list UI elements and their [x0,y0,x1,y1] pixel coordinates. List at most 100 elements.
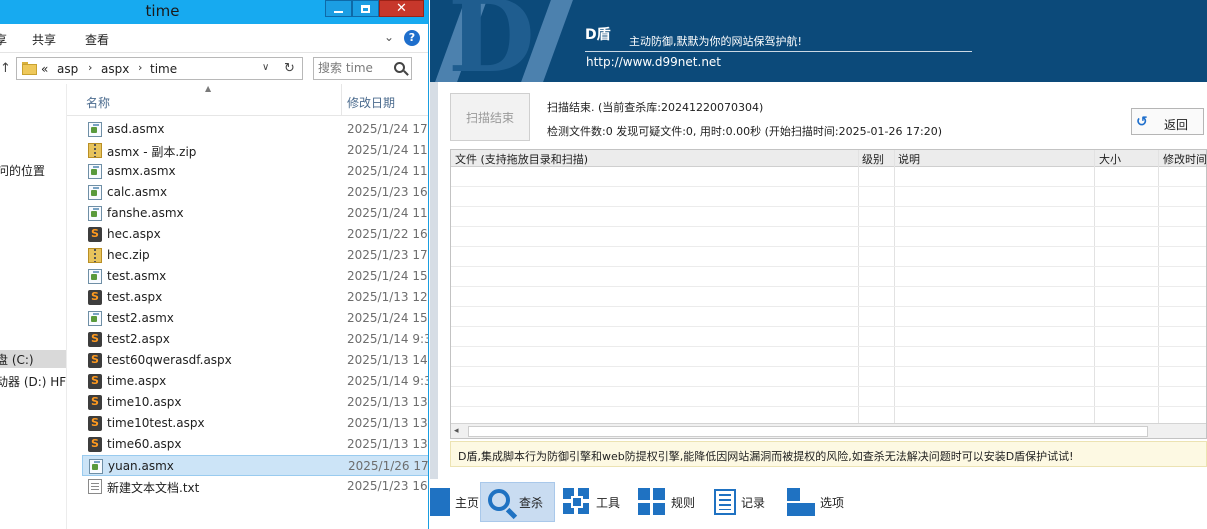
toolbar-label: 记录 [741,495,766,510]
back-button-label: 返回 [1164,118,1189,132]
file-modified-date: 2025/1/24 11 [347,164,428,178]
ribbon-tab-view[interactable]: 查看 [85,31,109,48]
nav-item-drive-d[interactable]: 动器 (D:) HF [0,373,66,390]
toolbar-options-button[interactable]: 选项 [787,482,844,522]
nav-item-recent-locations[interactable]: 问的位置 [0,162,45,179]
help-icon[interactable]: ? [404,30,420,46]
breadcrumb-overflow[interactable]: « [41,62,48,76]
file-row[interactable]: hec.zip 2025/1/23 17 [82,245,428,266]
toolbar-scan-button[interactable]: 查杀 [480,482,555,522]
file-modified-date: 2025/1/14 9:3 [347,374,429,388]
scroll-left-icon[interactable]: ◂ [454,426,459,436]
asmx-file-icon [88,311,102,326]
maximize-button[interactable] [352,0,379,17]
chevron-down-icon[interactable]: ⌄ [384,30,394,44]
brand-name: D盾 [585,27,611,43]
file-row[interactable]: asmx.asmx 2025/1/24 11 [82,161,428,182]
table-header-modified-time[interactable]: 修改时间 [1163,151,1206,167]
row-line [451,386,1206,387]
asmx-file-icon [88,164,102,179]
file-name: time10.aspx [107,395,182,409]
file-row[interactable]: 新建文本文档.txt 2025/1/23 16 [82,476,428,497]
logo: D [448,0,535,82]
file-row[interactable]: test60qwerasdf.aspx 2025/1/13 14 [82,350,428,371]
up-arrow-icon[interactable]: ↑ [0,61,11,76]
folder-icon [22,61,37,75]
toolbar-tools-button[interactable]: 工具 [563,482,620,522]
column-line [894,150,895,425]
scrollbar-thumb[interactable] [468,426,1148,437]
nav-item-drive-c[interactable]: 盘 (C:) [0,350,66,368]
rules-grid-icon [638,488,666,516]
file-name: calc.asmx [107,185,168,199]
table-header-file[interactable]: 文件 (支持拖放目录和扫描) [455,151,588,167]
search-icon[interactable] [394,62,405,73]
column-headers: 名称 ▲ 修改日期 [67,84,428,116]
refresh-icon[interactable]: ↻ [284,61,295,76]
file-modified-date: 2025/1/13 12 [347,290,428,304]
close-button[interactable]: ✕ [379,0,424,17]
left-strip [430,82,438,529]
file-row[interactable]: test.asmx 2025/1/24 15 [82,266,428,287]
address-bar[interactable]: « asp › aspx › time ∨ ↻ [16,57,303,80]
breadcrumb-asp[interactable]: asp [57,62,78,76]
column-header-name[interactable]: 名称 [86,94,110,111]
back-arrow-icon: ↺ [1136,114,1148,130]
column-divider[interactable] [341,84,342,116]
file-row[interactable]: yuan.asmx 2025/1/26 17 [82,455,429,476]
horizontal-scrollbar[interactable]: ◂ [451,423,1206,438]
close-icon: ✕ [396,1,407,16]
file-row[interactable]: time.aspx 2025/1/14 9:3 [82,371,429,392]
toolbar-rules-button[interactable]: 规则 [638,482,695,522]
search-input[interactable] [318,61,384,75]
file-modified-date: 2025/1/24 11 [347,206,428,220]
file-row[interactable]: test2.aspx 2025/1/14 9:3 [82,329,428,350]
asmx-file-icon [88,122,102,137]
table-header-size[interactable]: 大小 [1099,151,1121,167]
column-header-date[interactable]: 修改日期 [347,94,395,111]
aspx-file-icon [88,227,102,242]
minimize-button[interactable] [325,0,352,17]
toolbar-home-button[interactable]: 主页 [430,482,479,522]
website-url[interactable]: http://www.d99net.net [586,55,721,69]
scan-results-table[interactable]: 文件 (支持拖放目录和扫描) 级别 说明 大小 修改时间 ◂ [450,149,1207,439]
file-modified-date: 2025/1/13 13 [347,416,428,430]
file-row[interactable]: hec.aspx 2025/1/22 16 [82,224,428,245]
breadcrumb-aspx[interactable]: aspx [101,62,129,76]
file-name: asmx.asmx [107,164,176,178]
address-dropdown-icon[interactable]: ∨ [262,62,269,73]
back-button[interactable]: ↺ 返回 [1131,108,1204,135]
title-bar[interactable]: time ✕ [0,0,428,24]
file-row[interactable]: asd.asmx 2025/1/24 17 [82,119,428,140]
table-header-description[interactable]: 说明 [898,151,920,167]
row-line [451,246,1206,247]
aspx-file-icon [88,437,102,452]
file-row[interactable]: test2.asmx 2025/1/24 15 [82,308,428,329]
aspx-file-icon [88,416,102,431]
ribbon: 享 共享 查看 ⌄ ? [0,24,428,53]
breadcrumb-separator-icon[interactable]: › [138,61,142,74]
magnifier-icon [488,489,510,511]
toolbar-log-button[interactable]: 记录 [711,482,765,522]
search-box[interactable] [313,57,412,80]
toolbar-label: 查杀 [519,495,544,510]
table-header-level[interactable]: 级别 [862,151,884,167]
file-name: 新建文本文档.txt [107,481,200,495]
file-modified-date: 2025/1/26 17 [348,459,429,473]
breadcrumb-separator-icon[interactable]: › [88,61,92,74]
zip-file-icon [88,248,102,263]
scan-status-line: 扫描结束. (当前查杀库:20241220070304) [547,101,764,114]
breadcrumb-time[interactable]: time [150,62,177,76]
file-row[interactable]: asmx - 副本.zip 2025/1/24 11 [82,140,428,161]
ribbon-tab-share[interactable]: 共享 [32,31,56,48]
scan-finished-button[interactable]: 扫描结束 [450,93,530,141]
file-row[interactable]: time60.aspx 2025/1/13 13 [82,434,428,455]
home-icon [430,488,450,516]
file-row[interactable]: calc.asmx 2025/1/23 16 [82,182,428,203]
file-row[interactable]: time10test.aspx 2025/1/13 13 [82,413,428,434]
file-modified-date: 2025/1/24 15 [347,269,428,283]
file-row[interactable]: fanshe.asmx 2025/1/24 11 [82,203,428,224]
file-row[interactable]: test.aspx 2025/1/13 12 [82,287,428,308]
file-row[interactable]: time10.aspx 2025/1/13 13 [82,392,428,413]
ribbon-tab-share-cut[interactable]: 享 [0,31,7,48]
